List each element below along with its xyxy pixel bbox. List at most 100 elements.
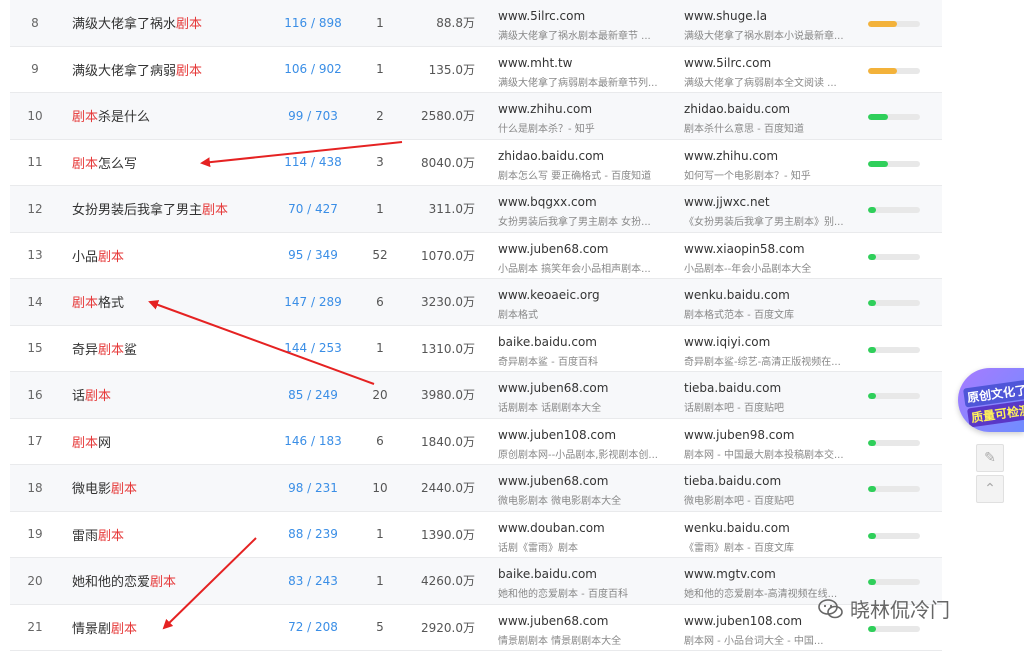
site-domain[interactable]: www.mgtv.com xyxy=(684,567,776,581)
keyword-link[interactable]: 剧本 格式 xyxy=(72,279,262,325)
top-site-2[interactable]: www.jjwxc.net 《女扮男装后我拿了男主剧本》别... xyxy=(684,186,864,232)
table-row[interactable]: 10 剧本 杀是什么 99 / 703 2 2580.0万 www.zhihu.com 什么是… xyxy=(10,93,942,140)
top-site-1[interactable]: www.keoaeic.org 剧本格式 xyxy=(498,279,673,325)
keyword-link[interactable]: 女扮男装后我拿了男主 剧本 xyxy=(72,186,262,232)
site-domain[interactable]: tieba.baidu.com xyxy=(684,474,781,488)
site-domain[interactable]: www.bqgxx.com xyxy=(498,195,597,209)
top-site-1[interactable]: www.5ilrc.com 满级大佬拿了祸水剧本最新章节 ... xyxy=(498,0,673,46)
table-row[interactable]: 14 剧本 格式 147 / 289 6 3230.0万 www.keoaeic.org 剧本… xyxy=(10,279,942,326)
keyword-link[interactable]: 小品 剧本 xyxy=(72,233,262,279)
site-domain[interactable]: tieba.baidu.com xyxy=(684,381,781,395)
keyword-link[interactable]: 满级大佬拿了病弱 剧本 xyxy=(72,47,262,93)
keyword-link[interactable]: 剧本 杀是什么 xyxy=(72,93,262,139)
site-domain[interactable]: www.juben108.com xyxy=(684,614,802,628)
keyword-link[interactable]: 她和他的恋爱 剧本 xyxy=(72,558,262,604)
top-site-2[interactable]: www.zhihu.com 如何写一个电影剧本？- 知乎 xyxy=(684,140,864,186)
site-domain[interactable]: www.zhihu.com xyxy=(498,102,592,116)
keyword-link[interactable]: 情景剧 剧本 xyxy=(72,605,262,651)
table-row[interactable]: 8 满级大佬拿了祸水 剧本 116 / 898 1 88.8万 www.5ilrc.com 满… xyxy=(10,0,942,47)
index-link[interactable]: 114 / 438 xyxy=(268,140,358,186)
table-row[interactable]: 11 剧本 怎么写 114 / 438 3 8040.0万 zhidao.baidu.com… xyxy=(10,140,942,186)
pencil-icon[interactable]: ✎ xyxy=(976,444,1004,472)
keyword-prefix: 她和他的恋爱 xyxy=(72,575,151,591)
table-row[interactable]: 9 满级大佬拿了病弱 剧本 106 / 902 1 135.0万 www.mht.tw 满级大… xyxy=(10,47,942,93)
keyword-link[interactable]: 剧本网 xyxy=(72,419,262,465)
site-domain[interactable]: www.xiaopin58.com xyxy=(684,242,805,256)
top-site-2[interactable]: www.shuge.la 满级大佬拿了祸水剧本小说最新章... xyxy=(684,0,864,46)
keyword-link[interactable]: 满级大佬拿了祸水 剧本 xyxy=(72,0,262,46)
table-row[interactable]: 18 微电影 剧本 98 / 231 10 2440.0万 www.juben68.com 微… xyxy=(10,465,942,512)
keyword-link[interactable]: 奇异 剧本鲨 xyxy=(72,326,262,372)
site-domain[interactable]: www.juben98.com xyxy=(684,428,794,442)
top-site-2[interactable]: www.xiaopin58.com 小品剧本--年会小品剧本大全 xyxy=(684,233,864,279)
index-link[interactable]: 116 / 898 xyxy=(268,0,358,46)
top-site-2[interactable]: tieba.baidu.com 微电影剧本吧 - 百度贴吧 xyxy=(684,465,864,511)
top-site-1[interactable]: baike.baidu.com 奇异剧本鲨 - 百度百科 xyxy=(498,326,673,372)
site-domain[interactable]: www.keoaeic.org xyxy=(498,288,600,302)
top-site-1[interactable]: zhidao.baidu.com 剧本怎么写 要正确格式 - 百度知道 xyxy=(498,140,673,186)
index-link[interactable]: 147 / 289 xyxy=(268,279,358,325)
top-site-1[interactable]: www.juben68.com 话剧剧本 话剧剧本大全 xyxy=(498,372,673,418)
site-domain[interactable]: www.zhihu.com xyxy=(684,149,778,163)
index-link[interactable]: 146 / 183 xyxy=(268,419,358,465)
site-domain[interactable]: www.juben108.com xyxy=(498,428,616,442)
top-site-1[interactable]: baike.baidu.com 她和他的恋爱剧本 - 百度百科 xyxy=(498,558,673,604)
top-site-1[interactable]: www.douban.com 话剧《雷雨》剧本 xyxy=(498,512,673,558)
top-site-1[interactable]: www.zhihu.com 什么是剧本杀？- 知乎 xyxy=(498,93,673,139)
top-site-2[interactable]: zhidao.baidu.com 剧本杀什么意思 - 百度知道 xyxy=(684,93,864,139)
index-link[interactable]: 95 / 349 xyxy=(268,233,358,279)
site-domain[interactable]: www.juben68.com xyxy=(498,242,608,256)
top-site-1[interactable]: www.juben68.com 情景剧剧本 情景剧剧本大全 xyxy=(498,605,673,651)
top-site-1[interactable]: www.juben68.com 小品剧本 搞笑年会小品相声剧本... xyxy=(498,233,673,279)
top-site-1[interactable]: www.juben108.com 原创剧本网--小品剧本,影视剧本创... xyxy=(498,419,673,465)
index-link[interactable]: 99 / 703 xyxy=(268,93,358,139)
site-domain[interactable]: www.mht.tw xyxy=(498,56,573,70)
top-site-1[interactable]: www.mht.tw 满级大佬拿了病弱剧本最新章节列... xyxy=(498,47,673,93)
index-link[interactable]: 72 / 208 xyxy=(268,605,358,651)
site-domain[interactable]: www.juben68.com xyxy=(498,614,608,628)
index-link[interactable]: 106 / 902 xyxy=(268,47,358,93)
promo-badge[interactable]: 原创文化了 质量可检测 xyxy=(958,368,1024,432)
table-row[interactable]: 20 她和他的恋爱 剧本 83 / 243 1 4260.0万 baike.baidu.co… xyxy=(10,558,942,605)
site-domain[interactable]: www.juben68.com xyxy=(498,474,608,488)
site-domain[interactable]: wenku.baidu.com xyxy=(684,521,790,535)
index-link[interactable]: 144 / 253 xyxy=(268,326,358,372)
top-site-2[interactable]: wenku.baidu.com 剧本格式范本 - 百度文库 xyxy=(684,279,864,325)
chevron-up-icon[interactable]: ⌃ xyxy=(976,475,1004,503)
table-row[interactable]: 16 话剧本 85 / 249 20 3980.0万 www.juben68.com 话剧剧… xyxy=(10,372,942,419)
site-domain[interactable]: baike.baidu.com xyxy=(498,567,597,581)
top-site-2[interactable]: wenku.baidu.com 《雷雨》剧本 - 百度文库 xyxy=(684,512,864,558)
top-site-2[interactable]: www.5ilrc.com 满级大佬拿了病弱剧本全文阅读 ... xyxy=(684,47,864,93)
table-row[interactable]: 12 女扮男装后我拿了男主 剧本 70 / 427 1 311.0万 www.bqgxx.c… xyxy=(10,186,942,233)
site-domain[interactable]: www.5ilrc.com xyxy=(498,9,585,23)
index-link[interactable]: 70 / 427 xyxy=(268,186,358,232)
top-site-2[interactable]: tieba.baidu.com 话剧剧本吧 - 百度贴吧 xyxy=(684,372,864,418)
index-link[interactable]: 83 / 243 xyxy=(268,558,358,604)
site-domain[interactable]: www.5ilrc.com xyxy=(684,56,771,70)
keyword-link[interactable]: 剧本 怎么写 xyxy=(72,140,262,186)
site-domain[interactable]: www.shuge.la xyxy=(684,9,767,23)
site-domain[interactable]: zhidao.baidu.com xyxy=(684,102,790,116)
top-site-2[interactable]: www.juben98.com 剧本网 - 中国最大剧本投稿剧本交... xyxy=(684,419,864,465)
table-row[interactable]: 13 小品 剧本 95 / 349 52 1070.0万 www.juben68.com 小品… xyxy=(10,233,942,279)
top-site-1[interactable]: www.juben68.com 微电影剧本 微电影剧本大全 xyxy=(498,465,673,511)
index-link[interactable]: 88 / 239 xyxy=(268,512,358,558)
site-domain[interactable]: www.iqiyi.com xyxy=(684,335,770,349)
site-domain[interactable]: www.juben68.com xyxy=(498,381,608,395)
top-site-2[interactable]: www.iqiyi.com 奇异剧本鲨-综艺-高清正版视频在... xyxy=(684,326,864,372)
site-domain[interactable]: wenku.baidu.com xyxy=(684,288,790,302)
table-row[interactable]: 15 奇异 剧本鲨 144 / 253 1 1310.0万 baike.baidu.com 奇… xyxy=(10,326,942,372)
site-domain[interactable]: www.jjwxc.net xyxy=(684,195,770,209)
index-link[interactable]: 85 / 249 xyxy=(268,372,358,418)
keyword-link[interactable]: 雷雨 剧本 xyxy=(72,512,262,558)
table-row[interactable]: 21 情景剧 剧本 72 / 208 5 2920.0万 www.juben68.com 情景… xyxy=(10,605,942,651)
table-row[interactable]: 17 剧本网 146 / 183 6 1840.0万 www.juben108.com 原创… xyxy=(10,419,942,465)
index-link[interactable]: 98 / 231 xyxy=(268,465,358,511)
top-site-1[interactable]: www.bqgxx.com 女扮男装后我拿了男主剧本 女扮... xyxy=(498,186,673,232)
site-domain[interactable]: baike.baidu.com xyxy=(498,335,597,349)
table-row[interactable]: 19 雷雨 剧本 88 / 239 1 1390.0万 www.douban.com 话剧《雷… xyxy=(10,512,942,558)
keyword-link[interactable]: 话剧本 xyxy=(72,372,262,418)
keyword-link[interactable]: 微电影 剧本 xyxy=(72,465,262,511)
site-domain[interactable]: zhidao.baidu.com xyxy=(498,149,604,163)
site-domain[interactable]: www.douban.com xyxy=(498,521,605,535)
